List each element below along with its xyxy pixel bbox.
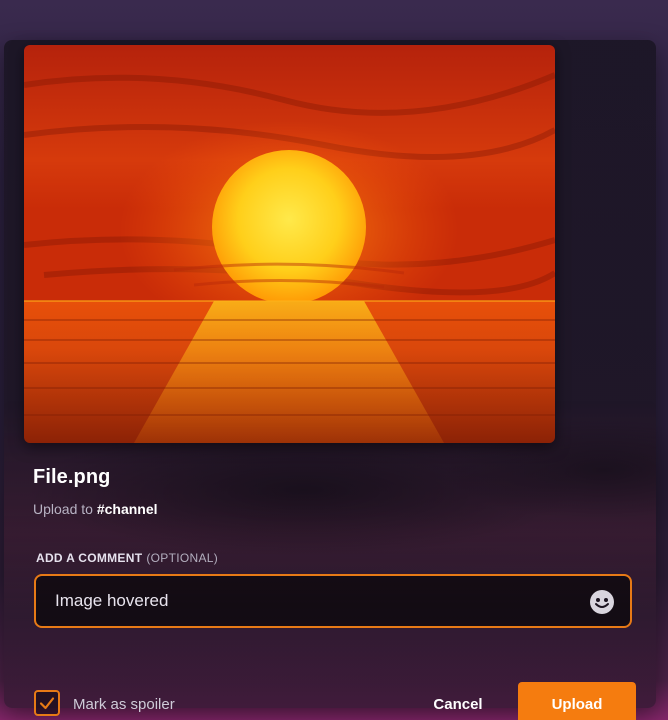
emoji-smiley-icon[interactable]: [589, 589, 615, 615]
image-preview[interactable]: [24, 45, 555, 443]
upload-destination: Upload to #channel: [33, 501, 158, 517]
comment-input[interactable]: [55, 576, 585, 626]
spoiler-checkbox[interactable]: [34, 690, 60, 716]
upload-button[interactable]: Upload: [518, 682, 636, 720]
spoiler-label[interactable]: Mark as spoiler: [73, 696, 175, 713]
comment-optional-hint: (OPTIONAL): [146, 551, 219, 565]
channel-name: #channel: [96, 501, 158, 517]
file-name: File.png: [33, 466, 111, 488]
comment-label-text: ADD A COMMENT: [36, 551, 143, 565]
checkmark-icon: [39, 697, 55, 710]
upload-modal: File.png Upload to #channel ADD A COMMEN…: [4, 40, 656, 720]
upload-to-prefix: Upload to: [33, 501, 97, 517]
comment-label: ADD A COMMENT (OPTIONAL): [36, 551, 218, 565]
comment-field: [34, 574, 632, 628]
sunset-image: [24, 45, 555, 443]
cancel-button[interactable]: Cancel: [422, 682, 494, 720]
